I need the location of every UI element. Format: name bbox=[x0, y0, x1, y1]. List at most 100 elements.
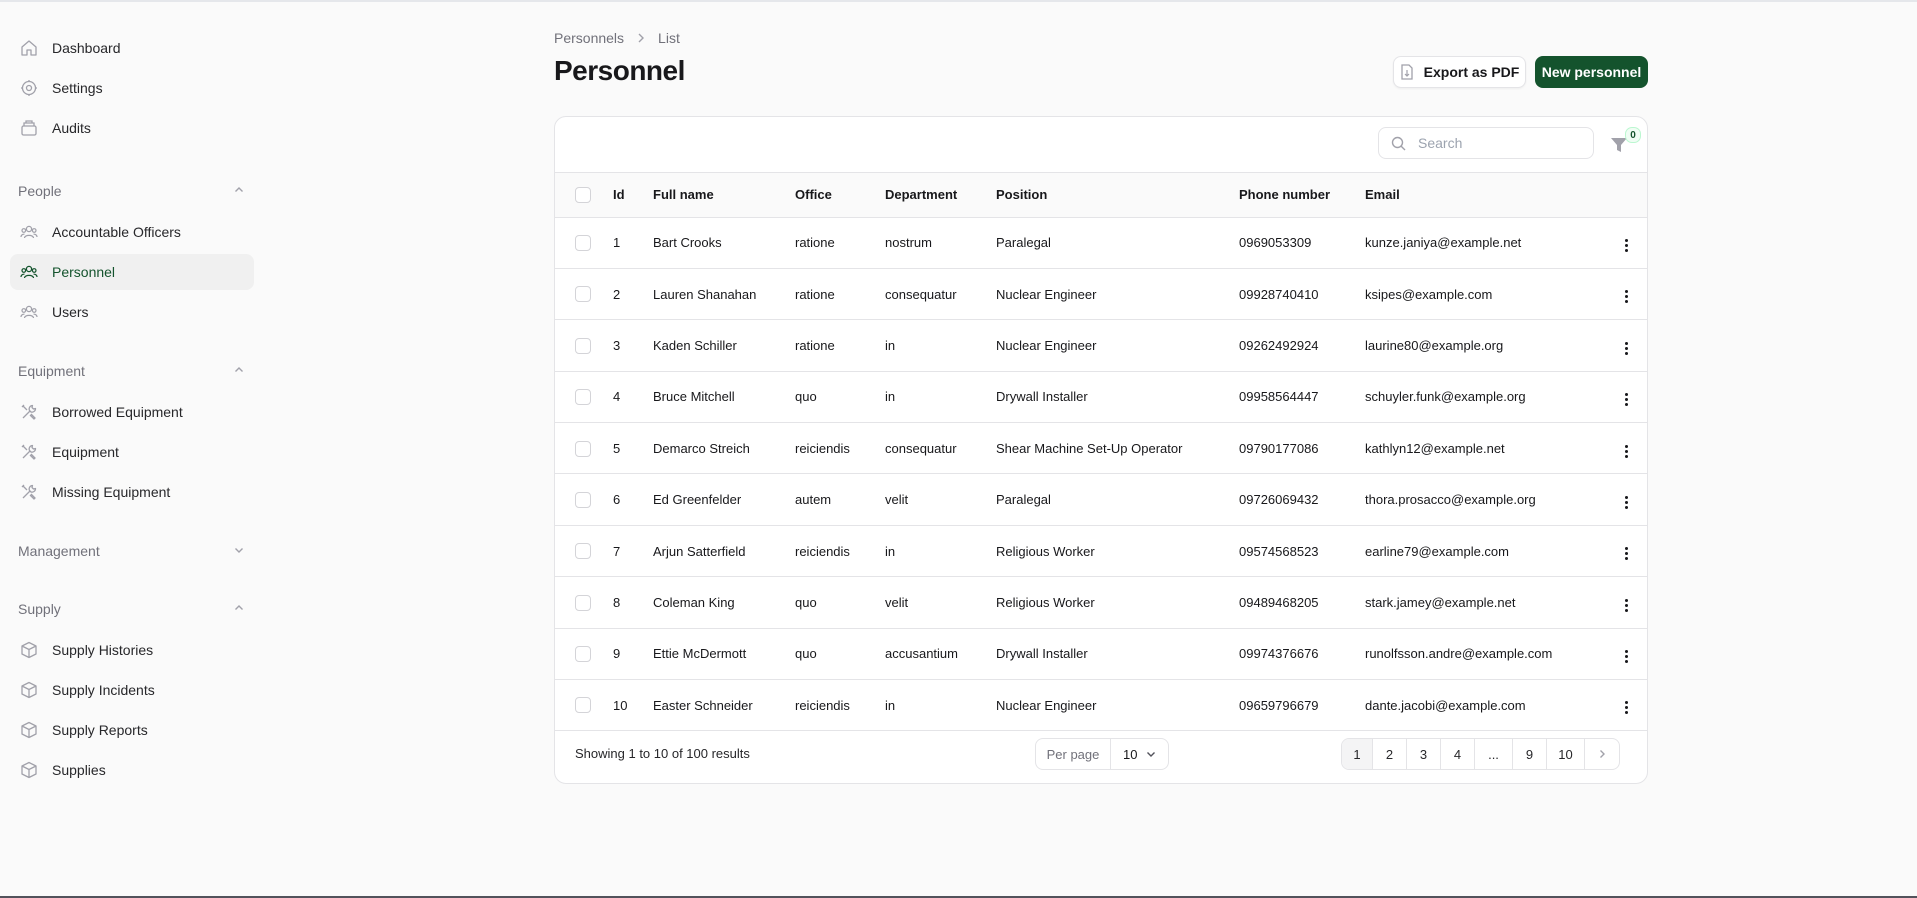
next-page-button[interactable] bbox=[1585, 739, 1619, 769]
cell-position: Nuclear Engineer bbox=[996, 337, 1097, 353]
table-row[interactable]: 1 Bart Crooks ratione nostrum Paralegal 09690… bbox=[555, 217, 1647, 269]
more-vertical-icon[interactable] bbox=[1616, 287, 1636, 307]
sidebar-item-equipment[interactable]: Equipment bbox=[10, 434, 254, 470]
more-vertical-icon[interactable] bbox=[1616, 544, 1636, 564]
pagination-ellipsis: ... bbox=[1475, 739, 1513, 769]
page-9-button[interactable]: 9 bbox=[1513, 739, 1547, 769]
sidebar-item-audits[interactable]: Audits bbox=[10, 110, 254, 146]
page-10-button[interactable]: 10 bbox=[1547, 739, 1585, 769]
sidebar-item-label: Supply Incidents bbox=[52, 682, 155, 698]
sidebar-group-label: Management bbox=[18, 543, 100, 559]
table-row[interactable]: 7 Arjun Satterfield reiciendis in Religious … bbox=[555, 525, 1647, 577]
column-header-id[interactable]: Id bbox=[613, 173, 653, 218]
breadcrumb-parent[interactable]: Personnels bbox=[554, 30, 624, 46]
row-checkbox[interactable] bbox=[575, 594, 591, 611]
table-row[interactable]: 6 Ed Greenfelder autem velit Paralegal 097260… bbox=[555, 474, 1647, 526]
chevron-right-icon bbox=[1597, 747, 1607, 762]
sidebar-item-settings[interactable]: Settings bbox=[10, 70, 254, 106]
cell-office: quo bbox=[795, 594, 817, 610]
sidebar-item-users[interactable]: Users bbox=[10, 294, 254, 330]
more-vertical-icon[interactable] bbox=[1616, 595, 1636, 615]
table-header-row: Id Full name Office Department Position … bbox=[555, 173, 1647, 218]
sidebar-item-label: Borrowed Equipment bbox=[52, 404, 183, 420]
row-checkbox[interactable] bbox=[575, 440, 591, 457]
per-page-value-dropdown[interactable]: 10 bbox=[1111, 739, 1168, 769]
cell-department: consequatur bbox=[885, 286, 957, 302]
search-box[interactable] bbox=[1378, 127, 1594, 159]
page-2-button[interactable]: 2 bbox=[1373, 739, 1407, 769]
chevron-up-icon[interactable] bbox=[234, 185, 244, 198]
select-all-checkbox[interactable] bbox=[575, 187, 591, 204]
row-checkbox[interactable] bbox=[575, 337, 591, 354]
search-icon bbox=[1391, 136, 1406, 151]
more-vertical-icon[interactable] bbox=[1616, 698, 1636, 718]
row-checkbox[interactable] bbox=[575, 234, 591, 251]
sidebar-item-supplies[interactable]: Supplies bbox=[10, 752, 254, 788]
pagination: 1 2 3 4... 9 10 bbox=[1341, 738, 1620, 770]
table-row[interactable]: 5 Demarco Streich reiciendis consequatur She… bbox=[555, 423, 1647, 474]
row-checkbox[interactable] bbox=[575, 286, 591, 303]
column-header-phone-number[interactable]: Phone number bbox=[1239, 173, 1365, 218]
page-4-button[interactable]: 4 bbox=[1441, 739, 1475, 769]
filter-button[interactable]: 0 bbox=[1609, 127, 1641, 155]
sidebar-item-supply-reports[interactable]: Supply Reports bbox=[10, 712, 254, 748]
table-row[interactable]: 9 Ettie McDermott quo accusantium Drywall In… bbox=[555, 628, 1647, 680]
more-vertical-icon[interactable] bbox=[1616, 647, 1636, 667]
column-header-full-name[interactable]: Full name bbox=[653, 173, 795, 218]
more-vertical-icon[interactable] bbox=[1616, 441, 1636, 461]
sidebar-item-supply-incidents[interactable]: Supply Incidents bbox=[10, 672, 254, 708]
sidebar-item-borrowed-equipment[interactable]: Borrowed Equipment bbox=[10, 394, 254, 430]
more-vertical-icon[interactable] bbox=[1616, 390, 1636, 410]
column-header-office[interactable]: Office bbox=[795, 173, 885, 218]
per-page-select[interactable]: Per page 10 bbox=[1035, 738, 1169, 770]
cell-email: kathlyn12@example.net bbox=[1365, 440, 1505, 456]
sidebar-item-label: Missing Equipment bbox=[52, 484, 171, 500]
cell-position: Shear Machine Set-Up Operator bbox=[996, 440, 1183, 456]
row-checkbox[interactable] bbox=[575, 543, 591, 560]
cell-phone-number: 0969053309 bbox=[1239, 235, 1312, 251]
table-row[interactable]: 8 Coleman King quo velit Religious Worker 094… bbox=[555, 577, 1647, 629]
personnel-table-card: 0 Id Full name Office Department Positio… bbox=[554, 116, 1648, 784]
sidebar-group-supply[interactable]: Supply bbox=[10, 598, 254, 620]
sidebar-item-dashboard[interactable]: Dashboard bbox=[10, 30, 254, 66]
table-row[interactable]: 2 Lauren Shanahan ratione consequatur Nuclea… bbox=[555, 268, 1647, 320]
chevron-up-icon[interactable] bbox=[234, 365, 244, 378]
chevron-down-icon[interactable] bbox=[234, 545, 244, 558]
more-vertical-icon[interactable] bbox=[1616, 338, 1636, 358]
more-vertical-icon[interactable] bbox=[1616, 492, 1636, 512]
page-3-button[interactable]: 3 bbox=[1407, 739, 1441, 769]
row-checkbox[interactable] bbox=[575, 389, 591, 406]
cell-full-name: Easter Schneider bbox=[653, 697, 753, 713]
column-header-position[interactable]: Position bbox=[996, 173, 1239, 218]
tools-icon bbox=[20, 483, 38, 501]
sidebar-item-label: Supply Reports bbox=[52, 722, 148, 738]
row-checkbox[interactable] bbox=[575, 491, 591, 508]
row-checkbox[interactable] bbox=[575, 697, 591, 714]
sidebar-group-people[interactable]: People bbox=[10, 180, 254, 202]
sidebar-item-accountable-officers[interactable]: Accountable Officers bbox=[10, 214, 254, 250]
more-vertical-icon[interactable] bbox=[1616, 235, 1636, 255]
sidebar-item-supply-histories[interactable]: Supply Histories bbox=[10, 632, 254, 668]
sidebar-group-equipment[interactable]: Equipment bbox=[10, 360, 254, 382]
cell-department: in bbox=[885, 337, 896, 353]
table-row[interactable]: 3 Kaden Schiller ratione in Nuclear Engineer… bbox=[555, 320, 1647, 372]
table-row[interactable]: 10 Easter Schneider reiciendis in Nuclear En… bbox=[555, 680, 1647, 731]
sidebar-item-missing-equipment[interactable]: Missing Equipment bbox=[10, 474, 254, 510]
sidebar-group-management[interactable]: Management bbox=[10, 540, 254, 562]
export-pdf-button[interactable]: Export as PDF bbox=[1393, 56, 1526, 88]
row-checkbox[interactable] bbox=[575, 646, 591, 663]
cell-id: 1 bbox=[613, 235, 621, 251]
search-input[interactable] bbox=[1416, 134, 1570, 152]
row-actions-cell bbox=[1605, 217, 1647, 268]
page-1-button[interactable]: 1 bbox=[1342, 739, 1373, 769]
cell-office: reiciendis bbox=[795, 440, 850, 456]
column-header-department[interactable]: Department bbox=[885, 173, 996, 218]
new-personnel-button[interactable]: New personnel bbox=[1535, 56, 1648, 88]
sidebar-item-personnel[interactable]: Personnel bbox=[10, 254, 254, 290]
column-header-email[interactable]: Email bbox=[1365, 173, 1605, 218]
chevron-up-icon[interactable] bbox=[234, 603, 244, 616]
cell-position: Nuclear Engineer bbox=[996, 697, 1097, 713]
users-icon bbox=[20, 303, 38, 321]
table-row[interactable]: 4 Bruce Mitchell quo in Drywall Installer 099… bbox=[555, 371, 1647, 423]
row-select-cell bbox=[555, 320, 613, 371]
